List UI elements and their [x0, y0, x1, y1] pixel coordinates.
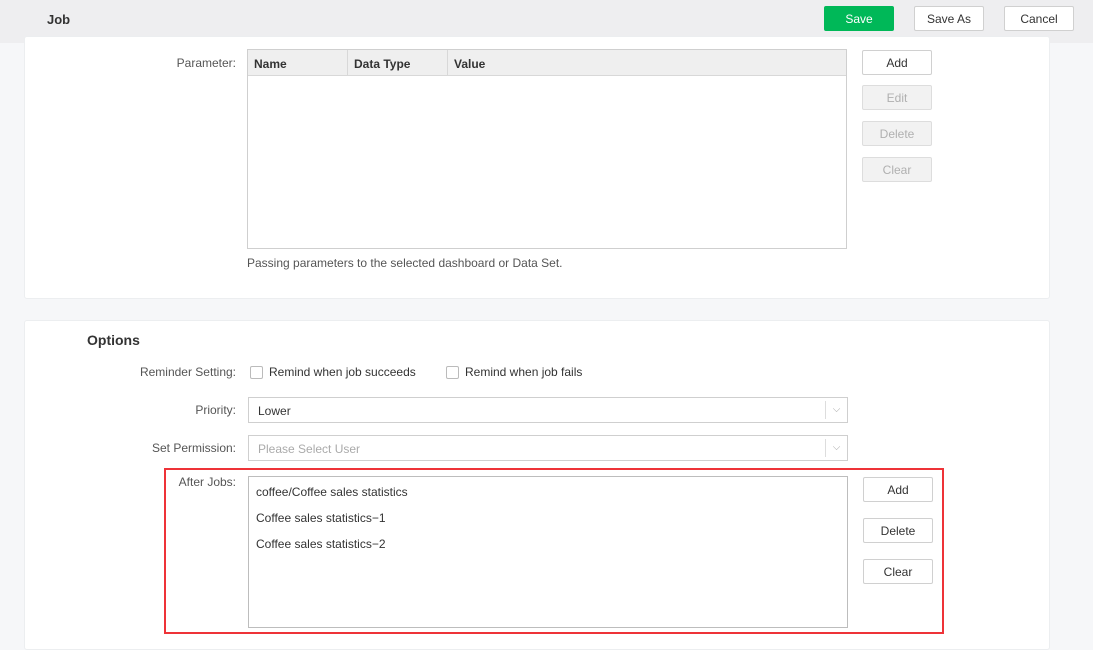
list-item[interactable]: coffee/Coffee sales statistics — [256, 485, 408, 499]
page-title: Job — [47, 12, 71, 27]
parameter-table[interactable]: Name Data Type Value — [247, 49, 847, 249]
chevron-down-icon[interactable]: ⌵ — [825, 401, 847, 419]
after-jobs-clear-button[interactable]: Clear — [863, 559, 933, 584]
remind-fails-label[interactable]: Remind when job fails — [465, 365, 582, 379]
remind-succeeds-label[interactable]: Remind when job succeeds — [269, 365, 416, 379]
parameter-delete-button[interactable]: Delete — [862, 121, 932, 146]
list-item[interactable]: Coffee sales statistics−1 — [256, 511, 386, 525]
permission-placeholder: Please Select User — [258, 442, 361, 456]
permission-label: Set Permission: — [151, 441, 236, 455]
priority-select[interactable]: Lower ⌵ — [248, 397, 848, 423]
parameter-clear-button[interactable]: Clear — [862, 157, 932, 182]
after-jobs-list[interactable]: coffee/Coffee sales statistics Coffee sa… — [248, 476, 848, 628]
parameter-help-text: Passing parameters to the selected dashb… — [247, 256, 563, 270]
parameter-add-button[interactable]: Add — [862, 50, 932, 75]
save-as-button[interactable]: Save As — [914, 6, 984, 31]
column-header-name[interactable]: Name — [248, 50, 348, 75]
list-item[interactable]: Coffee sales statistics−2 — [256, 537, 386, 551]
parameter-label: Parameter: — [176, 56, 236, 70]
column-header-data-type[interactable]: Data Type — [348, 50, 448, 75]
after-jobs-label: After Jobs: — [178, 475, 236, 489]
chevron-down-icon[interactable]: ⌵ — [825, 439, 847, 457]
save-button[interactable]: Save — [824, 6, 894, 31]
column-header-value[interactable]: Value — [448, 50, 491, 75]
remind-fails-checkbox[interactable] — [446, 366, 459, 379]
after-jobs-delete-button[interactable]: Delete — [863, 518, 933, 543]
priority-value: Lower — [258, 404, 291, 418]
reminder-label: Reminder Setting: — [139, 365, 236, 379]
remind-succeeds-checkbox[interactable] — [250, 366, 263, 379]
priority-label: Priority: — [195, 403, 236, 417]
permission-select[interactable]: Please Select User ⌵ — [248, 435, 848, 461]
after-jobs-add-button[interactable]: Add — [863, 477, 933, 502]
parameter-edit-button[interactable]: Edit — [862, 85, 932, 110]
cancel-button[interactable]: Cancel — [1004, 6, 1074, 31]
options-title: Options — [87, 332, 140, 348]
